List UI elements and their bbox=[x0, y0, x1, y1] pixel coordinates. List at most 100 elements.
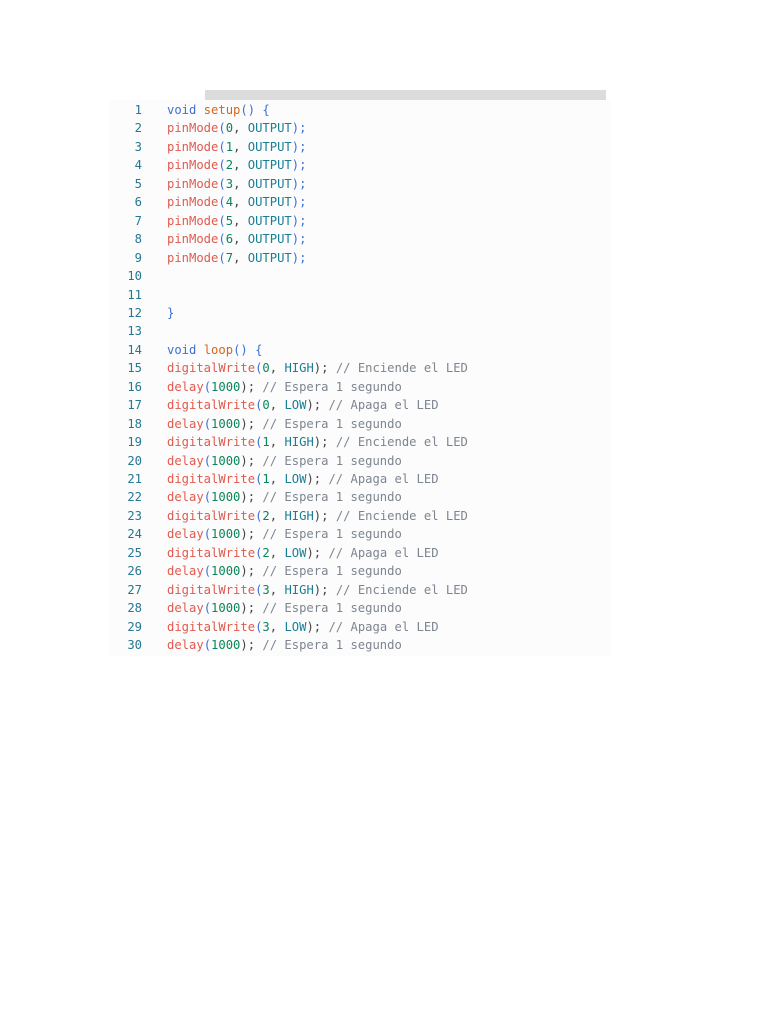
code-token: ); bbox=[291, 158, 307, 173]
code-line: 8 pinMode(6, OUTPUT); bbox=[110, 230, 610, 248]
code-text: digitalWrite(3, LOW); // Apaga el LED bbox=[167, 618, 439, 636]
code-token: // Espera 1 segundo bbox=[262, 416, 402, 431]
code-token: setup bbox=[203, 103, 241, 117]
code-text: digitalWrite(0, HIGH); // Enciende el LE… bbox=[167, 359, 468, 377]
code-token: , bbox=[269, 619, 285, 634]
code-token: } bbox=[167, 305, 175, 320]
code-token: 3 bbox=[225, 176, 234, 191]
code-text: digitalWrite(0, LOW); // Apaga el LED bbox=[167, 396, 439, 414]
code-token: 5 bbox=[225, 213, 234, 228]
code-token: pinMode bbox=[167, 195, 219, 210]
code-token: pinMode bbox=[167, 158, 219, 173]
code-token: digitalWrite bbox=[167, 472, 256, 486]
code-token: // Enciende el LED bbox=[335, 435, 468, 450]
code-token: ); bbox=[313, 582, 336, 597]
line-number: 22 bbox=[127, 490, 142, 505]
code-token: // Espera 1 segundo bbox=[262, 527, 402, 542]
code-token: // Espera 1 segundo bbox=[262, 453, 402, 468]
code-text: digitalWrite(1, HIGH); // Enciende el LE… bbox=[167, 433, 468, 451]
code-token: 6 bbox=[225, 232, 234, 247]
line-number: 5 bbox=[134, 176, 142, 191]
code-token: // Apaga el LED bbox=[328, 619, 439, 634]
code-line: 3 pinMode(1, OUTPUT); bbox=[110, 138, 610, 156]
code-token: 1 bbox=[225, 139, 234, 154]
code-token: pinMode bbox=[167, 250, 219, 265]
code-token: 0 bbox=[262, 398, 270, 413]
code-token: void bbox=[167, 342, 197, 357]
code-token: ( bbox=[203, 416, 212, 431]
code-token: // Apaga el LED bbox=[328, 472, 439, 486]
code-text: pinMode(3, OUTPUT); bbox=[167, 175, 306, 193]
code-text: digitalWrite(2, HIGH); // Enciende el LE… bbox=[167, 507, 468, 525]
code-text: delay(1000); // Espera 1 segundo bbox=[167, 525, 402, 543]
code-token: HIGH bbox=[284, 582, 314, 597]
code-line: 23 digitalWrite(2, HIGH); // Enciende el … bbox=[110, 507, 610, 525]
code-token: digitalWrite bbox=[167, 398, 256, 413]
code-token: loop bbox=[203, 342, 234, 357]
code-text: delay(1000); // Espera 1 segundo bbox=[167, 378, 402, 396]
document-page: 1 void setup() {2 pinMode(0, OUTPUT); 3 pinM… bbox=[0, 0, 768, 1024]
code-token: ); bbox=[240, 527, 263, 542]
code-line: 30 delay(1000); // Espera 1 segundo bbox=[110, 636, 610, 654]
code-token: digitalWrite bbox=[167, 545, 256, 560]
code-text: pinMode(1, OUTPUT); bbox=[167, 138, 306, 156]
code-text: delay(1000); // Espera 1 segundo bbox=[167, 415, 402, 433]
code-token: 3 bbox=[262, 619, 270, 634]
code-token: , bbox=[269, 545, 285, 560]
code-line: 24 delay(1000); // Espera 1 segundo bbox=[110, 525, 610, 543]
code-token: ( bbox=[218, 195, 226, 210]
code-token: digitalWrite bbox=[167, 508, 256, 523]
code-token: ); bbox=[291, 195, 307, 210]
code-token: 1000 bbox=[211, 490, 241, 505]
code-token: OUTPUT bbox=[247, 176, 292, 191]
code-token: delay bbox=[167, 490, 204, 505]
code-text: digitalWrite(2, LOW); // Apaga el LED bbox=[167, 544, 439, 562]
code-token: ( bbox=[203, 527, 212, 542]
code-token: 0 bbox=[225, 121, 234, 136]
line-number: 17 bbox=[127, 398, 142, 413]
code-token: pinMode bbox=[167, 121, 219, 136]
code-token: // Enciende el LED bbox=[335, 508, 468, 523]
line-number: 25 bbox=[127, 545, 142, 560]
code-text: pinMode(5, OUTPUT); bbox=[167, 212, 306, 230]
line-number: 8 bbox=[134, 232, 142, 247]
code-line: 22 delay(1000); // Espera 1 segundo bbox=[110, 488, 610, 506]
line-number: 1 bbox=[134, 103, 142, 117]
code-token: 1 bbox=[262, 472, 270, 486]
code-token: ); bbox=[240, 416, 263, 431]
code-token: OUTPUT bbox=[247, 250, 292, 265]
code-line: 16 delay(1000); // Espera 1 segundo bbox=[110, 378, 610, 396]
code-line: 27 digitalWrite(3, HIGH); // Enciende el … bbox=[110, 581, 610, 599]
code-token: ); bbox=[240, 490, 263, 505]
code-token: ( bbox=[218, 121, 226, 136]
code-token: delay bbox=[167, 601, 204, 616]
code-token: 1000 bbox=[211, 416, 241, 431]
code-token: ); bbox=[313, 361, 336, 376]
code-line: 2 pinMode(0, OUTPUT); bbox=[110, 119, 610, 137]
line-number: 29 bbox=[127, 619, 142, 634]
code-token: ( bbox=[218, 213, 226, 228]
code-token: // Apaga el LED bbox=[328, 398, 439, 413]
line-number: 23 bbox=[127, 508, 142, 523]
code-token: ); bbox=[291, 176, 307, 191]
code-token: // Espera 1 segundo bbox=[262, 601, 402, 616]
code-token: 2 bbox=[262, 545, 270, 560]
code-token: ); bbox=[291, 232, 307, 247]
code-line: 11 bbox=[110, 286, 610, 304]
line-number: 27 bbox=[127, 582, 142, 597]
code-token: LOW bbox=[284, 619, 307, 634]
line-number: 7 bbox=[134, 213, 142, 228]
code-token: HIGH bbox=[284, 508, 314, 523]
code-token: digitalWrite bbox=[167, 435, 256, 450]
code-line: 19 digitalWrite(1, HIGH); // Enciende el … bbox=[110, 433, 610, 451]
code-token: ); bbox=[306, 545, 329, 560]
code-token: ); bbox=[240, 453, 263, 468]
line-number: 14 bbox=[127, 342, 142, 357]
code-token: ); bbox=[313, 435, 336, 450]
line-number: 6 bbox=[134, 195, 142, 210]
code-line: 12} bbox=[110, 304, 610, 322]
code-token: ); bbox=[240, 379, 263, 394]
code-token: // Enciende el LED bbox=[335, 582, 468, 597]
code-token: ); bbox=[240, 638, 263, 653]
